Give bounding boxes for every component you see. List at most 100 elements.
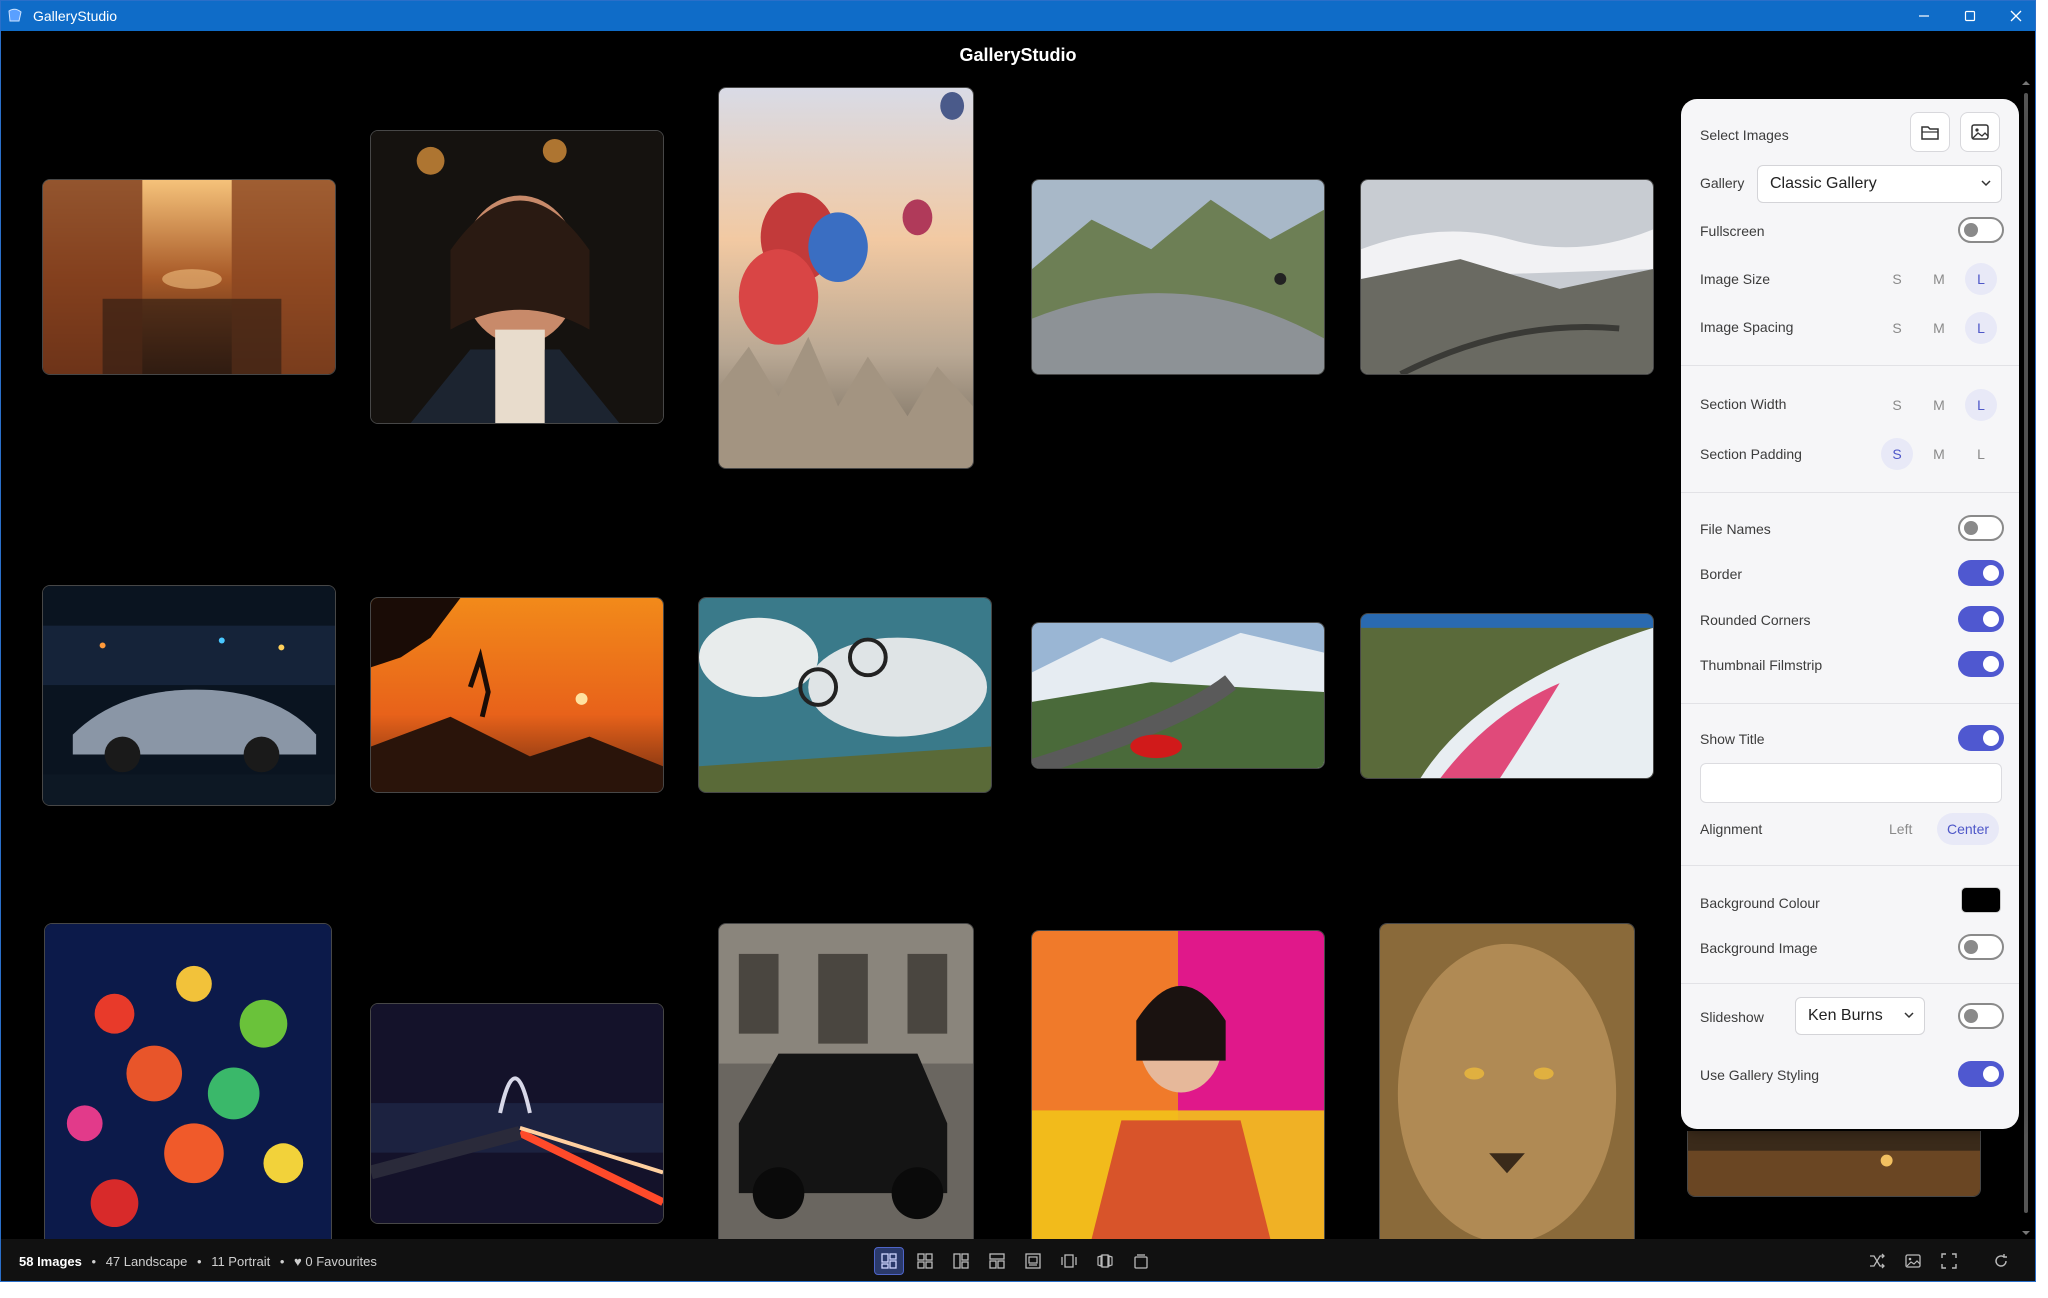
section-padding-m[interactable]: M	[1923, 438, 1955, 470]
close-icon	[2010, 10, 2022, 22]
fullscreen-label: Fullscreen	[1700, 223, 1765, 239]
use-gallery-styling-toggle[interactable]	[1958, 1061, 2004, 1087]
maximize-button[interactable]	[1947, 1, 1993, 31]
background-colour-label: Background Colour	[1700, 895, 1820, 911]
image-spacing-label: Image Spacing	[1700, 319, 1794, 335]
gallery-image[interactable]	[42, 585, 336, 806]
gallery-image[interactable]	[370, 130, 664, 424]
image-stats: 58 Images • 47 Landscape • 11 Portrait •…	[19, 1254, 377, 1269]
divider	[1681, 365, 2019, 366]
image-size-s[interactable]: S	[1881, 263, 1913, 295]
chevron-down-icon	[1981, 180, 1991, 187]
gallery-image[interactable]	[1031, 179, 1325, 375]
separator-dot: •	[91, 1254, 97, 1269]
fullscreen-button[interactable]	[1934, 1247, 1964, 1275]
slideshow-select[interactable]: Ken Burns	[1795, 997, 1925, 1035]
gallery-image[interactable]	[1687, 1131, 1981, 1197]
layout-mosaic-icon	[953, 1253, 969, 1269]
gallery-image[interactable]	[1360, 613, 1654, 779]
gallery-select[interactable]: Classic Gallery	[1757, 165, 2002, 203]
divider	[1681, 865, 2019, 866]
image-spacing-m[interactable]: M	[1923, 312, 1955, 344]
select-folder-button[interactable]	[1910, 112, 1950, 152]
app-icon	[8, 8, 22, 22]
vintage-car-image	[719, 924, 973, 1239]
section-width-l[interactable]: L	[1965, 389, 1997, 421]
image-spacing-l[interactable]: L	[1965, 312, 1997, 344]
settings-panel: Select Images Gallery Classic Gallery Fu…	[1681, 99, 2019, 1129]
image-view-button[interactable]	[1898, 1247, 1928, 1275]
separator-dot: •	[279, 1254, 285, 1269]
minimize-button[interactable]	[1901, 1, 1947, 31]
gallery-image[interactable]	[718, 923, 974, 1239]
image-spacing-s[interactable]: S	[1881, 312, 1913, 344]
shuffle-button[interactable]	[1862, 1247, 1892, 1275]
scrollbar-thumb[interactable]	[2024, 93, 2028, 1213]
file-names-toggle[interactable]	[1958, 515, 2004, 541]
section-width-s[interactable]: S	[1881, 389, 1913, 421]
slideshow-toggle[interactable]	[1958, 1003, 2004, 1029]
image-size-l[interactable]: L	[1965, 263, 1997, 295]
gallery-image[interactable]	[370, 597, 664, 793]
scroll-down-icon[interactable]	[2021, 1229, 2031, 1237]
section-padding-s[interactable]: S	[1881, 438, 1913, 470]
gallery-image[interactable]	[370, 1003, 664, 1224]
layout-stack-icon	[1134, 1254, 1148, 1269]
layout-rows-button[interactable]	[982, 1247, 1012, 1275]
app-heading: GalleryStudio	[959, 44, 1077, 65]
gallery-label: Gallery	[1700, 175, 1745, 191]
title-input[interactable]	[1700, 763, 2002, 803]
rounded-corners-toggle[interactable]	[1958, 606, 2004, 632]
show-title-toggle[interactable]	[1958, 725, 2004, 751]
use-gallery-styling-label: Use Gallery Styling	[1700, 1067, 1820, 1083]
shuffle-icon	[1870, 1253, 1885, 1269]
layout-coverflow-icon	[1097, 1254, 1113, 1268]
layout-masonry-button[interactable]	[874, 1247, 904, 1275]
window-title: GalleryStudio	[33, 8, 118, 24]
mountain-bike-jump-image	[699, 598, 991, 792]
title-bar: GalleryStudio	[1, 1, 2035, 31]
vertical-scrollbar[interactable]	[2021, 79, 2031, 1237]
gallery-image[interactable]	[44, 923, 332, 1239]
pink-lake-aerial-image	[1361, 614, 1653, 778]
layout-coverflow-button[interactable]	[1090, 1247, 1120, 1275]
layout-rows-icon	[989, 1253, 1005, 1269]
border-label: Border	[1700, 566, 1743, 582]
dusk-waterfront-image	[1688, 1131, 1980, 1196]
divider	[1681, 983, 2019, 984]
section-width-label: Section Width	[1700, 396, 1787, 412]
scroll-up-icon[interactable]	[2021, 79, 2031, 87]
background-image-toggle[interactable]	[1958, 934, 2004, 960]
layout-grid-icon	[917, 1253, 933, 1269]
image-size-m[interactable]: M	[1923, 263, 1955, 295]
background-colour-swatch[interactable]	[1961, 887, 2001, 913]
layout-stack-button[interactable]	[1126, 1247, 1156, 1275]
layout-spotlight-button[interactable]	[1018, 1247, 1048, 1275]
gallery-image[interactable]	[698, 597, 992, 793]
gallery-image[interactable]	[1379, 923, 1635, 1239]
gallery-image[interactable]	[1031, 930, 1325, 1239]
refresh-button[interactable]	[1986, 1247, 2016, 1275]
layout-carousel-button[interactable]	[1054, 1247, 1084, 1275]
fullscreen-toggle[interactable]	[1958, 217, 2004, 243]
alignment-left-option[interactable]: Left	[1889, 813, 1912, 845]
gallery-image[interactable]	[42, 179, 336, 375]
gallery-image[interactable]	[718, 87, 974, 469]
section-padding-l[interactable]: L	[1965, 438, 1997, 470]
portrait-count: 11 Portrait	[211, 1254, 271, 1269]
select-image-button[interactable]	[1960, 112, 2000, 152]
close-button[interactable]	[1993, 1, 2035, 31]
layout-mosaic-button[interactable]	[946, 1247, 976, 1275]
alpine-valley-road-image	[1361, 180, 1653, 374]
gallery-select-value: Classic Gallery	[1770, 175, 1877, 192]
app-window: GalleryStudio GalleryStudio Select Image…	[0, 0, 2036, 1282]
gallery-image[interactable]	[1360, 179, 1654, 375]
alignment-center-option[interactable]: Center	[1937, 813, 2000, 845]
section-padding-label: Section Padding	[1700, 446, 1802, 462]
layout-grid-button[interactable]	[910, 1247, 940, 1275]
border-toggle[interactable]	[1958, 560, 2004, 586]
folder-icon	[1921, 126, 1939, 140]
gallery-image[interactable]	[1031, 622, 1325, 769]
thumbnail-filmstrip-toggle[interactable]	[1958, 651, 2004, 677]
section-width-m[interactable]: M	[1923, 389, 1955, 421]
